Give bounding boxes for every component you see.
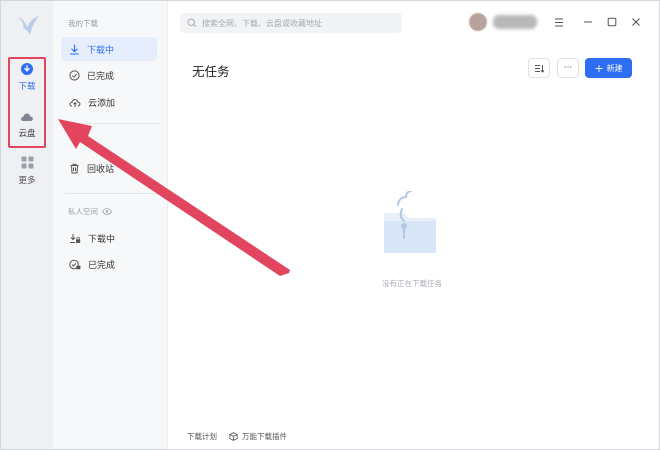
universal-plugin-link[interactable]: 万能下载插件 (229, 431, 287, 442)
maximize-icon (607, 17, 617, 27)
nav-section-private: 私人空间 (68, 206, 112, 217)
new-task-label: 新建 (606, 63, 623, 73)
nav-divider (65, 193, 159, 194)
nav-item-label: 下载中 (87, 45, 115, 56)
more-options-button[interactable]: ··· (557, 58, 579, 78)
cloud-upload-icon (69, 98, 81, 107)
check-lock-icon (69, 259, 81, 269)
empty-folder-illustration (378, 190, 442, 259)
nav-item-label: 下载中 (88, 234, 116, 245)
app-logo (15, 13, 41, 39)
search-icon (187, 18, 197, 28)
download-lock-icon (70, 233, 81, 243)
plus-icon: + (594, 61, 604, 75)
page-title: 无任务 (192, 64, 230, 79)
close-icon (632, 18, 640, 26)
search-placeholder: 搜索全网、下载、云盘或收藏地址 (202, 18, 322, 28)
minimize-icon (584, 21, 592, 23)
username-blurred[interactable] (493, 15, 537, 29)
download-arrow-icon (69, 43, 80, 55)
nav-panel: 我的下载 下载中 已完成 云添加 回收站 私人空间 下载中 已完成 (53, 1, 168, 449)
eye-icon[interactable] (102, 208, 112, 215)
trash-icon (70, 163, 79, 173)
menu-button[interactable] (552, 15, 566, 29)
annotation-highlight-box (8, 57, 46, 148)
nav-item-label: 已完成 (88, 260, 116, 271)
nav-item-cloud-add[interactable]: 云添加 (61, 90, 157, 114)
universal-plugin-label: 万能下载插件 (242, 432, 287, 441)
nav-item-private-downloading[interactable]: 下载中 (61, 226, 157, 250)
nav-item-label: 已完成 (87, 71, 115, 82)
check-circle-icon (69, 69, 80, 81)
nav-item-label: 回收站 (87, 164, 115, 175)
nav-item-label: 云添加 (88, 98, 116, 109)
nav-section-private-label: 私人空间 (68, 207, 98, 216)
search-input[interactable]: 搜索全网、下载、云盘或收藏地址 (180, 13, 402, 33)
new-task-button[interactable]: + 新建 (585, 58, 632, 78)
avatar[interactable] (469, 13, 487, 31)
cube-icon (229, 432, 238, 441)
nav-item-downloading[interactable]: 下载中 (61, 37, 157, 61)
hamburger-icon (555, 18, 563, 26)
app-window: 下载 云盘 更多 我的下载 下载中 已完成 云添加 回收站 私人空间 下载中 已… (0, 0, 660, 450)
download-schedule-label: 下载计划 (187, 432, 217, 441)
nav-section-my-downloads: 我的下载 (68, 19, 98, 28)
rail-more-label: 更多 (18, 176, 36, 186)
minimize-button[interactable] (581, 15, 595, 29)
sort-button[interactable] (528, 58, 550, 78)
grid-icon (21, 156, 33, 169)
nav-item-recycle-bin[interactable]: 回收站 (61, 156, 157, 180)
nav-item-private-completed[interactable]: 已完成 (61, 252, 157, 276)
download-schedule-link[interactable]: 下载计划 (187, 431, 217, 442)
sort-icon (534, 64, 544, 73)
maximize-button[interactable] (605, 15, 619, 29)
close-button[interactable] (629, 15, 643, 29)
empty-state-text: 没有正在下载任务 (382, 279, 442, 288)
nav-item-completed[interactable]: 已完成 (61, 63, 157, 87)
rail-more[interactable]: 更多 (1, 156, 53, 186)
more-options-label: ··· (563, 63, 573, 73)
nav-divider (65, 123, 159, 124)
